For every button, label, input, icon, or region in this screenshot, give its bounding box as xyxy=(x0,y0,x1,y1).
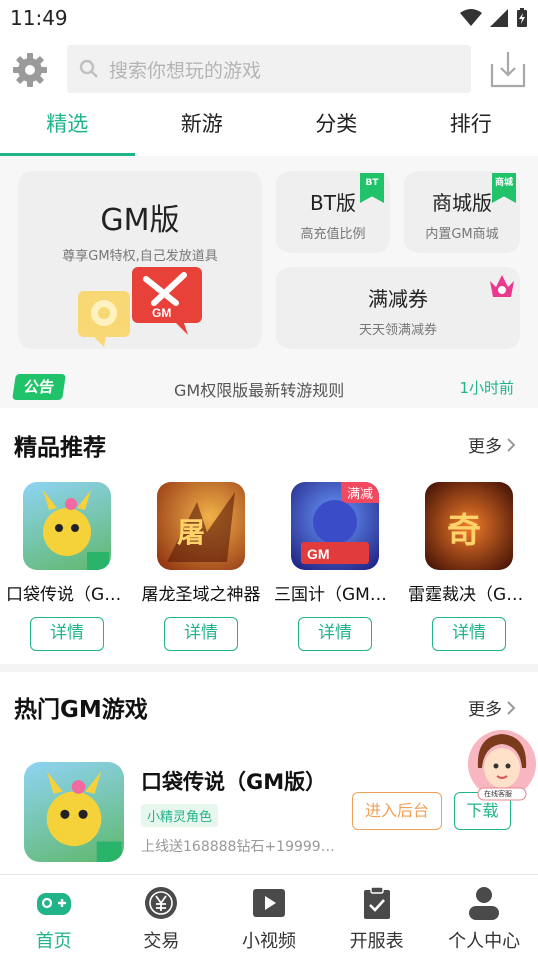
game-details-button[interactable]: 详情 xyxy=(298,617,372,651)
gm-version-card[interactable]: GM版 尊享GM特权,自己发放道具 GM xyxy=(18,171,262,349)
game-name: 口袋传说（GM版） xyxy=(6,585,134,605)
gamepad-icon xyxy=(36,893,71,915)
person-icon xyxy=(469,887,500,920)
nav-profile[interactable]: 个人中心 xyxy=(430,875,538,958)
hot-game-tag: 小精灵角色 xyxy=(141,804,219,827)
bt-card-subtitle: 高充值比例 xyxy=(300,227,366,242)
nav-label: 个人中心 xyxy=(448,931,521,952)
game-icon-pokemon[interactable] xyxy=(23,482,111,570)
search-bar[interactable]: 搜索你想玩的游戏 xyxy=(67,45,471,93)
tab-bar: 精选 新游 分类 排行 xyxy=(0,100,538,156)
nav-home[interactable]: 首页 xyxy=(0,875,108,958)
enter-backend-button[interactable]: 进入后台 xyxy=(352,792,442,830)
mall-card-subtitle: 内置GM商城 xyxy=(425,227,499,242)
clipboard-check-icon xyxy=(363,886,390,919)
tab-new-games[interactable]: 新游 xyxy=(135,100,270,156)
wifi-icon xyxy=(460,9,482,26)
nav-label: 交易 xyxy=(143,931,180,952)
tab-featured[interactable]: 精选 xyxy=(0,100,135,156)
game-icon-dragon[interactable]: 屠 xyxy=(157,482,245,570)
gm-tools-icon: GM xyxy=(78,267,202,347)
svg-text:GM: GM xyxy=(307,546,330,562)
discount-tag: 满减 xyxy=(340,482,379,503)
featured-game-card[interactable]: GM 满减 三国计（GM版） 详情 xyxy=(268,482,402,651)
game-icon-leiting[interactable]: 奇 xyxy=(425,482,513,570)
battery-icon xyxy=(517,8,527,27)
hot-game-icon[interactable] xyxy=(24,762,124,862)
game-details-button[interactable]: 详情 xyxy=(432,617,506,651)
bt-version-card[interactable]: BT版 高充值比例 BT xyxy=(276,171,390,253)
featured-game-card[interactable]: 奇 雷霆裁决（GM版） 详情 xyxy=(402,482,536,651)
search-icon xyxy=(79,59,98,78)
coupon-card[interactable]: 满减券 天天领满减券 xyxy=(276,267,520,349)
svg-text:GM: GM xyxy=(152,306,171,320)
coupon-card-subtitle: 天天领满减券 xyxy=(358,323,437,338)
status-icons xyxy=(460,8,528,28)
game-name: 雷霆裁决（GM版） xyxy=(408,585,536,605)
tab-ranking[interactable]: 排行 xyxy=(404,100,538,156)
nav-label: 开服表 xyxy=(349,931,404,952)
status-time: 11:49 xyxy=(10,6,68,30)
notice-time: 1小时前 xyxy=(459,379,514,397)
gear-icon[interactable] xyxy=(11,51,49,89)
nav-short-video[interactable]: 小视频 xyxy=(215,875,323,958)
nav-label: 首页 xyxy=(35,931,72,952)
featured-more-link[interactable]: 更多 xyxy=(468,432,516,457)
coupon-card-title: 满减券 xyxy=(368,287,428,311)
download-icon[interactable] xyxy=(490,50,526,88)
notice-bar[interactable]: 公告 GM权限版最新转游规则 1小时前 xyxy=(0,366,538,408)
hot-game-description: 上线送168888钻石+1999999金币 xyxy=(141,839,341,855)
hot-section-title: 热门GM游戏 xyxy=(14,697,148,723)
featured-section-title: 精品推荐 xyxy=(14,435,106,461)
gm-card-subtitle: 尊享GM特权,自己发放道具 xyxy=(62,249,218,264)
nav-label: 小视频 xyxy=(241,931,296,952)
play-icon xyxy=(252,889,285,917)
svg-text:奇: 奇 xyxy=(447,511,481,551)
game-icon-sanguo[interactable]: GM 满减 xyxy=(291,482,379,570)
game-name: 三国计（GM版） xyxy=(274,585,402,605)
featured-more-label: 更多 xyxy=(468,437,502,457)
notice-text[interactable]: GM权限版最新转游规则 xyxy=(174,377,344,401)
customer-service-label: 在线客服 xyxy=(484,790,512,798)
gm-card-title: GM版 xyxy=(100,203,180,238)
signal-icon xyxy=(490,9,508,27)
crown-icon xyxy=(490,275,514,297)
nav-trade[interactable]: 交易 xyxy=(108,875,216,958)
status-bar: 11:49 xyxy=(0,0,538,36)
tab-categories[interactable]: 分类 xyxy=(269,100,404,156)
chevron-right-icon xyxy=(507,437,516,452)
search-placeholder: 搜索你想玩的游戏 xyxy=(109,59,262,82)
notice-badge: 公告 xyxy=(12,374,66,400)
yen-icon xyxy=(145,887,178,919)
nav-server-list[interactable]: 开服表 xyxy=(323,875,431,958)
hot-more-link[interactable]: 更多 xyxy=(468,695,516,720)
game-details-button[interactable]: 详情 xyxy=(164,617,238,651)
featured-game-card[interactable]: 口袋传说（GM版） 详情 xyxy=(0,482,134,651)
svg-text:屠: 屠 xyxy=(177,516,205,549)
game-name: 屠龙圣域之神器 xyxy=(141,585,261,605)
hot-game-name[interactable]: 口袋传说（GM版） xyxy=(141,766,326,796)
mall-version-card[interactable]: 商城版 内置GM商城 商城 xyxy=(404,171,520,253)
bottom-navigation: 首页 交易 小视频 开服表 个人中心 xyxy=(0,874,538,958)
game-details-button[interactable]: 详情 xyxy=(30,617,104,651)
hot-more-label: 更多 xyxy=(468,700,502,720)
chevron-right-icon xyxy=(507,700,516,715)
featured-game-card[interactable]: 屠 屠龙圣域之神器 详情 xyxy=(134,482,268,651)
section-divider xyxy=(0,664,538,672)
customer-service-button[interactable]: 在线客服 xyxy=(466,728,538,802)
